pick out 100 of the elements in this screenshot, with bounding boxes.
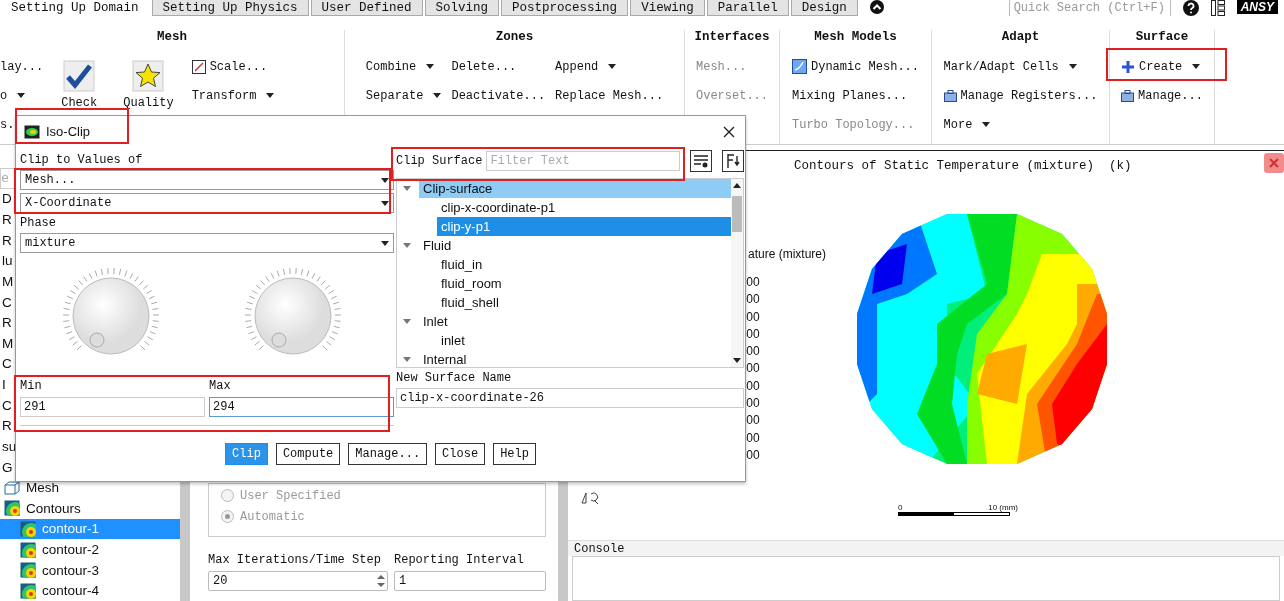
ribbon-tab[interactable]: User Defined [310, 0, 423, 16]
ribbon-tab[interactable]: Viewing [630, 0, 705, 16]
ribbon-button[interactable]: Append [555, 52, 664, 81]
briefcase-icon [1121, 89, 1135, 102]
tree-item[interactable]: contour-4 [0, 580, 180, 601]
ribbon-button[interactable]: Scale... [191, 52, 275, 81]
list-item[interactable]: clip-x-coordinate-p1 [437, 198, 732, 217]
mesh-motion-icon [792, 59, 807, 74]
field-label: Phase [20, 216, 57, 230]
close-icon[interactable] [723, 125, 735, 138]
list-item[interactable]: fluid_shell [437, 293, 732, 312]
ribbon-button[interactable]: Delete... [451, 52, 546, 81]
list-item[interactable]: Clip-surface [419, 179, 732, 198]
ribbon-button[interactable]: More [943, 110, 1098, 139]
group-title: Zones [495, 30, 534, 46]
dialog-button[interactable]: Close [435, 443, 486, 465]
caret-icon [1068, 64, 1077, 69]
collapse-icon[interactable] [869, 0, 884, 14]
tree-item[interactable]: Contours [0, 498, 180, 519]
ribbon-button[interactable]: Create [1121, 52, 1203, 81]
list-item[interactable]: fluid_in [437, 255, 732, 274]
list-item[interactable]: Inlet [419, 312, 732, 331]
ribbon-tab[interactable]: Design [790, 0, 858, 16]
surface-name-field[interactable]: clip-x-coordinate-26 [396, 388, 745, 408]
scroll-down-icon[interactable] [733, 358, 742, 363]
legend-value: .00 [743, 447, 760, 462]
ribbon-button[interactable]: Transform [191, 81, 275, 110]
caret-icon [381, 177, 389, 183]
legend-value: .00 [743, 361, 760, 376]
ribbon-button[interactable]: Separate [365, 81, 442, 110]
group-title: Adapt [1001, 30, 1040, 46]
legend-value: .00 [743, 309, 760, 324]
ribbon-tab[interactable]: Parallel [706, 0, 789, 16]
ribbon-tab[interactable]: Solving [424, 0, 500, 16]
ribbon-button[interactable]: Combine [365, 52, 442, 81]
caret-icon [608, 64, 617, 69]
layout-icon[interactable] [1210, 0, 1225, 16]
list-item[interactable]: fluid_room [437, 274, 732, 293]
dropdown[interactable]: X-Coordinate [20, 193, 394, 213]
briefcase-icon [943, 89, 957, 102]
field-label: Max [209, 379, 232, 393]
contour-icon [24, 124, 40, 139]
scroll-up-icon[interactable] [733, 183, 742, 188]
dialog-button[interactable]: Compute [275, 443, 341, 465]
legend-value: .00 [743, 292, 760, 307]
dialog-button[interactable]: Manage... [348, 443, 428, 465]
expand-icon[interactable] [403, 319, 411, 324]
contour-band [872, 244, 907, 294]
ribbon-button[interactable]: Replace Mesh... [555, 81, 664, 110]
list-item[interactable]: Fluid [419, 236, 732, 255]
ribbon-tab[interactable]: Setting Up Physics [151, 0, 309, 16]
dialog-button[interactable]: Help [493, 443, 536, 465]
caret-icon [266, 93, 275, 98]
group-title: Mesh Models [814, 30, 897, 46]
view-tool-icon[interactable] [581, 491, 601, 505]
filter-options-button[interactable] [690, 150, 713, 172]
ribbon-button[interactable]: Mark/Adapt Cells [943, 52, 1098, 81]
list-item[interactable]: Internal [419, 350, 732, 367]
logo: ANSY [1236, 0, 1278, 14]
max-field[interactable]: 294 [209, 397, 394, 417]
legend-value: .00 [743, 430, 760, 445]
contour-icon [20, 582, 36, 599]
sort-button[interactable] [722, 150, 745, 172]
tree-item[interactable]: Mesh [0, 477, 180, 499]
dropdown[interactable]: Mesh... [20, 170, 394, 190]
plus-icon [1121, 59, 1136, 74]
legend-value: .00 [743, 344, 760, 359]
ribbon-button[interactable]: Dynamic Mesh... [792, 52, 919, 81]
tree-item[interactable]: contour-3 [0, 559, 180, 581]
tree-item[interactable]: contour-2 [0, 539, 180, 560]
ribbon-button[interactable]: o [0, 81, 44, 110]
ribbon-button[interactable]: Manage... [1121, 81, 1203, 110]
contour-icon [20, 562, 36, 579]
group-title: Interfaces [694, 30, 770, 46]
legend-value: .00 [743, 396, 760, 411]
ribbon-button[interactable]: Deactivate... [451, 81, 546, 110]
cube-icon [4, 480, 20, 495]
ribbon-button[interactable]: Quality [115, 52, 182, 110]
dropdown[interactable]: mixture [20, 233, 394, 253]
list-item[interactable]: inlet [437, 331, 732, 350]
ribbon-button[interactable]: Check [53, 52, 106, 110]
scroll-thumb[interactable] [732, 196, 743, 232]
legend-title: ature (mixture) [748, 247, 827, 261]
expand-icon[interactable] [403, 186, 411, 191]
ribbon-tab[interactable]: Postprocessing [501, 0, 629, 16]
close-button[interactable] [1264, 153, 1284, 173]
spinner-icon[interactable] [375, 573, 387, 589]
expand-icon[interactable] [403, 357, 411, 362]
scale-icon [191, 59, 206, 74]
help-icon[interactable] [1182, 0, 1199, 16]
scrollbar[interactable] [731, 179, 744, 367]
contour-icon [20, 541, 36, 558]
ribbon-button[interactable]: Manage Registers... [943, 81, 1098, 110]
ribbon-button[interactable]: lay... [0, 52, 44, 81]
expand-icon[interactable] [403, 243, 411, 248]
min-field[interactable]: 291 [20, 397, 205, 417]
ribbon-button[interactable]: Mixing Planes... [792, 81, 919, 110]
legend-value: .00 [743, 275, 760, 289]
legend-value: .00 [743, 326, 760, 341]
field-label: Min [20, 379, 43, 393]
